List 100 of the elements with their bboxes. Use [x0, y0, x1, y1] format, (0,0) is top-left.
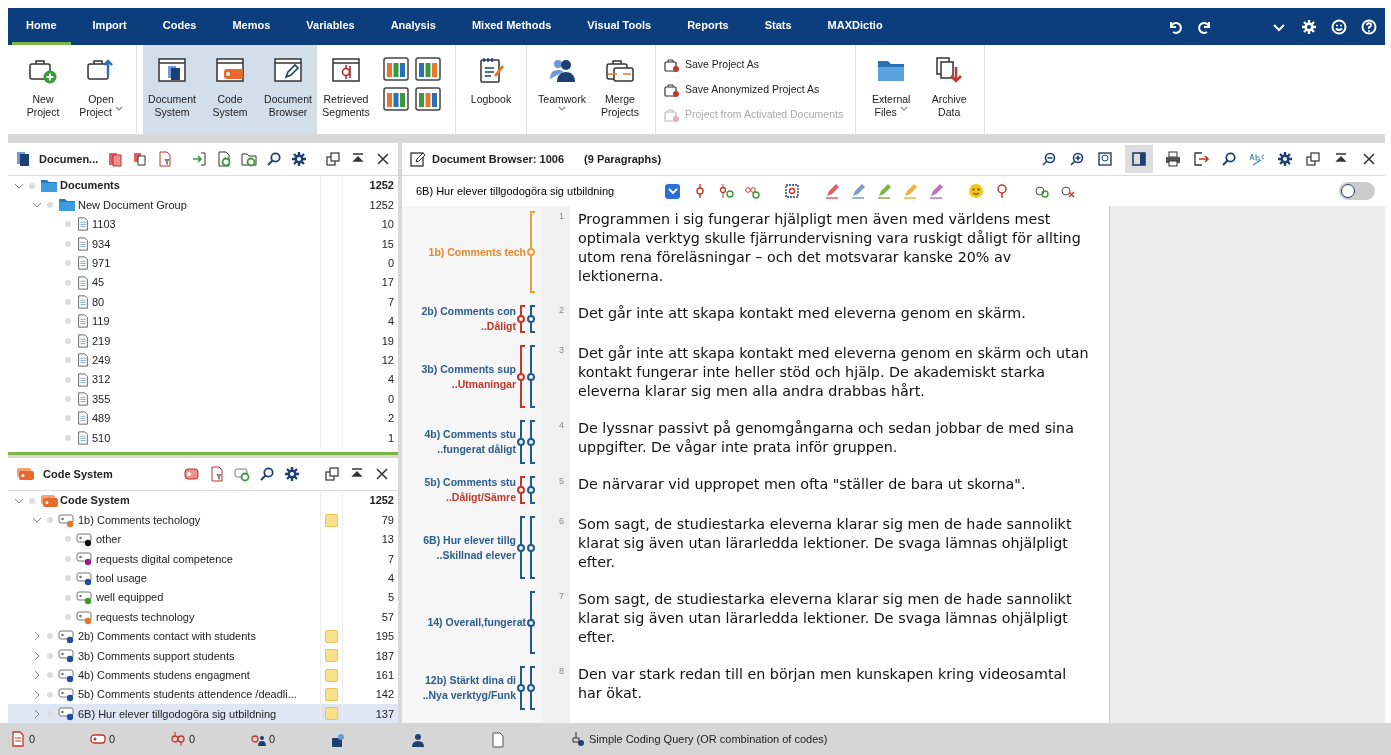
search-icon[interactable] — [1221, 151, 1237, 167]
tree-row[interactable]: 355 0 — [8, 389, 398, 409]
import-icon[interactable] — [191, 151, 208, 167]
chevron-right-icon[interactable] — [32, 689, 42, 700]
tree-row[interactable]: 489 2 — [8, 408, 398, 429]
coding-label[interactable]: 2b) Comments con — [421, 304, 516, 319]
filter-icon[interactable] — [157, 151, 174, 167]
in-vivo-code-icon[interactable] — [784, 183, 800, 199]
menu-tab[interactable]: Memos — [218, 8, 285, 45]
documents-stack-icon[interactable] — [107, 151, 124, 167]
undock-icon[interactable] — [323, 466, 340, 482]
toggle-switch[interactable] — [1339, 182, 1375, 200]
tree-row[interactable]: 2b) Comments contact with students 195 — [8, 626, 398, 647]
coding-label[interactable]: ..Skillnad elever — [436, 547, 516, 563]
tree-row[interactable]: tool usage 4 — [8, 568, 398, 588]
new-document-icon[interactable] — [216, 151, 233, 167]
spellcheck-icon[interactable] — [1249, 151, 1265, 167]
ribbon-button[interactable]: Merge Projects — [591, 45, 649, 134]
activation-dot[interactable] — [65, 337, 71, 344]
coding-label[interactable]: ..fungerat dåligt — [437, 442, 516, 457]
menu-tab[interactable]: Home — [12, 8, 71, 45]
activation-dot[interactable] — [65, 376, 71, 383]
menu-tab[interactable]: Codes — [148, 8, 211, 45]
coding-stripe[interactable] — [526, 475, 536, 505]
coding-stripe[interactable] — [516, 475, 526, 505]
tree-row[interactable]: 1b) Comments techology 79 — [8, 510, 398, 530]
menu-tab[interactable]: Import — [78, 8, 141, 45]
close-icon[interactable] — [1361, 151, 1377, 167]
tree-row[interactable]: 119 4 — [8, 311, 398, 332]
code-add-icon[interactable] — [718, 183, 734, 199]
tree-row[interactable]: 80 7 — [8, 292, 398, 312]
menu-tab[interactable]: MAXDictio — [813, 8, 897, 45]
activation-dot[interactable] — [47, 672, 53, 679]
menu-tab[interactable]: Reports — [673, 8, 743, 45]
sidebar-icon[interactable] — [1131, 151, 1147, 167]
color-grid-icon[interactable] — [415, 57, 441, 81]
tree-row[interactable]: 219 19 — [8, 331, 398, 351]
activation-dot[interactable] — [65, 614, 71, 621]
ribbon-button[interactable]: Archive Data — [920, 45, 979, 134]
tree-row[interactable]: 249 12 — [8, 350, 398, 370]
settings-icon[interactable] — [1277, 151, 1293, 167]
activation-dot[interactable] — [65, 279, 71, 286]
activation-dot[interactable] — [47, 517, 53, 524]
activation-dot[interactable] — [29, 497, 35, 504]
color-grid-icon[interactable] — [415, 87, 441, 111]
coding-label[interactable]: 5b) Comments stu — [424, 475, 516, 490]
activation-dot[interactable] — [65, 221, 71, 228]
ribbon-button[interactable]: External Files — [862, 45, 921, 134]
save-menu-item[interactable]: Save Anonymized Project As — [664, 81, 844, 98]
tree-row[interactable]: 6B) Hur elever tillgodogöra sig utbildning 137 — [8, 704, 398, 723]
menu-tab[interactable]: Stats — [750, 8, 806, 45]
activation-dot[interactable] — [65, 415, 71, 422]
coding-label[interactable]: ..Dåligt — [481, 319, 516, 334]
coding-stripe[interactable] — [516, 304, 526, 334]
menu-tab[interactable]: Analysis — [376, 8, 450, 45]
activation-dot[interactable] — [29, 182, 35, 189]
ribbon-button[interactable]: Document System — [143, 45, 201, 134]
menu-tab[interactable]: Variables — [292, 8, 369, 45]
chevron-right-icon[interactable] — [32, 631, 42, 642]
coding-label[interactable]: ..Nya verktyg/Funk — [422, 688, 516, 703]
ribbon-button[interactable]: Code System — [201, 45, 259, 134]
tree-row[interactable]: 312 4 — [8, 369, 398, 390]
print-icon[interactable] — [1165, 151, 1181, 167]
close-icon[interactable] — [375, 151, 392, 167]
tree-row[interactable]: Documents 1252 — [8, 176, 398, 196]
activation-dot[interactable] — [65, 318, 71, 325]
activation-dot[interactable] — [65, 299, 71, 306]
settings-icon[interactable] — [291, 151, 308, 167]
activation-dot[interactable] — [65, 555, 71, 562]
help-icon[interactable] — [1361, 18, 1377, 35]
coding-stripe[interactable] — [516, 515, 526, 580]
coding-stripe[interactable] — [526, 419, 536, 465]
activation-dot[interactable] — [47, 202, 53, 209]
menu-tab[interactable]: Visual Tools — [573, 8, 666, 45]
tree-row[interactable]: 510 1 — [8, 428, 398, 448]
settings-icon[interactable] — [283, 466, 300, 482]
tree-row[interactable]: 971 0 — [8, 253, 398, 273]
search-icon[interactable] — [266, 151, 283, 167]
document-icon[interactable] — [10, 731, 26, 747]
tree-row[interactable]: Code System 1252 — [8, 491, 398, 511]
export-icon[interactable] — [1193, 151, 1209, 167]
tree-row[interactable]: other 13 — [8, 529, 398, 550]
coding-stripe[interactable] — [526, 665, 536, 711]
person-icon[interactable] — [410, 731, 426, 748]
activation-dot[interactable] — [65, 594, 71, 601]
activation-dot[interactable] — [47, 691, 53, 698]
activation-dot[interactable] — [65, 575, 71, 582]
highlighter-icon[interactable] — [928, 183, 944, 199]
zoom-fit-icon[interactable] — [1097, 151, 1113, 167]
chevron-right-icon[interactable] — [32, 650, 42, 661]
copy-icon[interactable] — [132, 151, 149, 167]
coding-label[interactable]: 3b) Comments sup — [421, 361, 516, 377]
tree-row[interactable]: 1103 10 — [8, 214, 398, 235]
activation-dot[interactable] — [65, 357, 71, 364]
activation-dot[interactable] — [47, 633, 53, 640]
menu-tab[interactable]: Mixed Methods — [457, 8, 566, 45]
tree-row[interactable]: 934 15 — [8, 234, 398, 254]
undock-icon[interactable] — [1305, 151, 1321, 167]
emoji-icon[interactable] — [968, 183, 984, 199]
coding-stripe[interactable] — [526, 590, 536, 655]
